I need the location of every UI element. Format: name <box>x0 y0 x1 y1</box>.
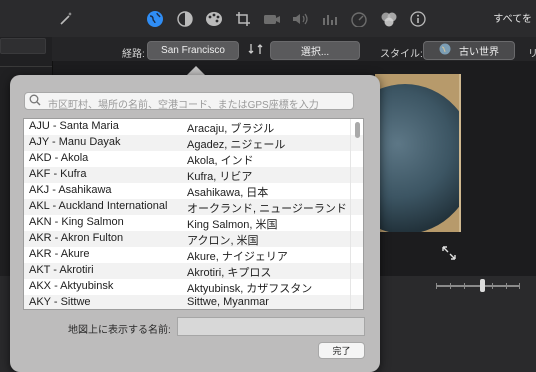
list-item[interactable]: AKR - Akure Akure, ナイジェリア <box>24 247 363 263</box>
airport-city: Akure, ナイジェリア <box>187 251 288 263</box>
equalizer-icon[interactable] <box>320 9 340 29</box>
palette-icon[interactable] <box>204 9 224 29</box>
airport-code: AKF - Kufra <box>29 168 87 180</box>
slider-tick <box>519 283 520 289</box>
style-button[interactable]: 古い世界 <box>423 41 515 60</box>
list-item[interactable]: AKD - Akola Akola, インド <box>24 151 363 167</box>
style-value: 古い世界 <box>459 47 499 58</box>
camera-icon[interactable] <box>262 9 282 29</box>
edge-label: リ <box>528 49 536 60</box>
expand-icon[interactable] <box>441 245 457 264</box>
airport-city: King Salmon, 米国 <box>187 219 278 231</box>
list-item[interactable]: AKJ - Asahikawa Asahikawa, 日本 <box>24 183 363 199</box>
list-item[interactable]: AKN - King Salmon King Salmon, 米国 <box>24 215 363 231</box>
airport-city: Aracaju, ブラジル <box>187 123 275 135</box>
slider-tick <box>492 283 493 289</box>
airport-city: Akola, インド <box>187 155 254 167</box>
search-placeholder: 市区町村、場所の名前、空港コード、またはGPS座標を入力 <box>48 100 319 111</box>
style-label: スタイル: <box>380 49 423 60</box>
divider <box>0 66 52 67</box>
airport-code: AKN - King Salmon <box>29 216 124 228</box>
zoom-slider[interactable] <box>436 285 520 287</box>
list-item[interactable]: AJY - Manu Dayak Agadez, ニジェール <box>24 135 363 151</box>
preview-edge <box>459 74 461 232</box>
airport-code: AJU - Santa Maria <box>29 120 119 132</box>
swap-route-icon[interactable] <box>248 42 264 61</box>
select-all-button[interactable]: すべてを <box>493 10 532 25</box>
list-item[interactable]: AKL - Auckland International オークランド, ニュージ… <box>24 199 363 215</box>
list-scrollbar[interactable] <box>355 122 360 138</box>
toolbar: すべてを <box>0 0 536 38</box>
map-preview <box>375 74 459 232</box>
airport-city: オークランド, ニュージーランド <box>187 203 347 215</box>
volume-icon[interactable] <box>291 9 311 29</box>
style-globe-icon <box>439 43 451 58</box>
display-name-label: 地図上に表示する名前: <box>68 325 171 336</box>
route-start-button[interactable]: San Francisco <box>147 41 239 60</box>
display-name-field[interactable] <box>177 317 365 336</box>
contrast-icon[interactable] <box>175 9 195 29</box>
list-scroll-gutter <box>350 119 351 309</box>
airport-city: Aktyubinsk, カザフスタン <box>187 283 313 295</box>
list-item[interactable]: AKR - Akron Fulton アクロン, 米国 <box>24 231 363 247</box>
globe-icon[interactable] <box>145 9 165 29</box>
slider-knob[interactable] <box>480 279 485 292</box>
magic-wand-icon[interactable] <box>56 9 76 29</box>
airport-city: Agadez, ニジェール <box>187 139 286 151</box>
slider-tick <box>464 283 465 289</box>
slider-tick <box>450 283 451 289</box>
speedometer-icon[interactable] <box>349 9 369 29</box>
airport-code: AKR - Akron Fulton <box>29 232 124 244</box>
list-item[interactable]: AKX - Aktyubinsk Aktyubinsk, カザフスタン <box>24 279 363 295</box>
airport-city: Sittwe, Myanmar <box>187 296 269 308</box>
route-label: 経路: <box>122 49 145 60</box>
route-select-button[interactable]: 選択... <box>270 41 360 60</box>
airport-city: Asahikawa, 日本 <box>187 187 269 199</box>
airport-code: AKL - Auckland International <box>29 200 168 212</box>
search-icon <box>29 94 41 109</box>
list-item[interactable]: AKY - Sittwe Sittwe, Myanmar <box>24 295 363 309</box>
airport-code: AKT - Akrotiri <box>29 264 94 276</box>
list-item[interactable]: AKF - Kufra Kufra, リビア <box>24 167 363 183</box>
list-item[interactable]: AKT - Akrotiri Akrotiri, キプロス <box>24 263 363 279</box>
airport-code: AKX - Aktyubinsk <box>29 280 114 292</box>
airport-city: Akrotiri, キプロス <box>187 267 272 279</box>
airport-code: AJY - Manu Dayak <box>29 136 121 148</box>
filters-icon[interactable] <box>379 9 399 29</box>
airport-code: AKR - Akure <box>29 248 90 260</box>
airport-city: アクロン, 米国 <box>187 235 259 247</box>
slider-tick <box>506 283 507 289</box>
airport-code: AKY - Sittwe <box>29 296 91 308</box>
airport-code: AKD - Akola <box>29 152 89 164</box>
info-icon[interactable] <box>408 9 428 29</box>
airport-code: AKJ - Asahikawa <box>29 184 112 196</box>
globe-image <box>375 84 459 232</box>
left-field[interactable] <box>0 38 46 54</box>
slider-tick <box>436 283 437 289</box>
crop-icon[interactable] <box>233 9 253 29</box>
location-list[interactable]: AJU - Santa Maria Aracaju, ブラジル AJY - Man… <box>23 118 364 310</box>
popover-arrow <box>187 66 205 75</box>
list-item[interactable]: AJU - Santa Maria Aracaju, ブラジル <box>24 119 363 135</box>
done-button[interactable]: 完了 <box>318 342 365 359</box>
airport-city: Kufra, リビア <box>187 171 253 183</box>
